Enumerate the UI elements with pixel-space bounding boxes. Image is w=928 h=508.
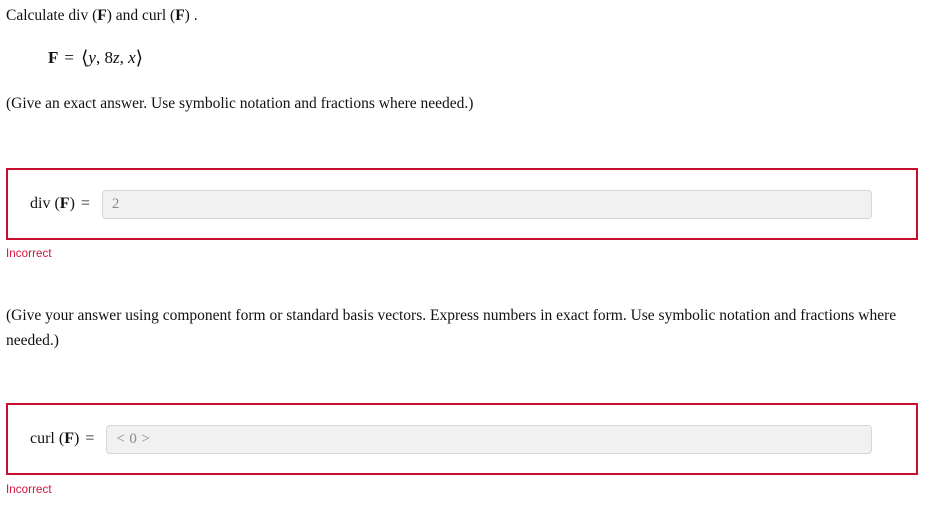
formula-component-2-variable: z bbox=[112, 48, 120, 67]
question-paren-open-2: ( bbox=[166, 7, 176, 24]
answer-operator-curl: curl bbox=[30, 430, 55, 447]
formula-bracket-close: ⟩ bbox=[135, 48, 144, 69]
question-conjunction: and bbox=[111, 7, 143, 24]
status-badge-div: Incorrect bbox=[6, 248, 52, 260]
formula-equals: = bbox=[64, 48, 74, 67]
formula-component-2-coefficient: 8 bbox=[104, 48, 113, 67]
answer-label-curl: curl (F) = bbox=[8, 430, 106, 448]
div-answer-input[interactable]: 2 bbox=[101, 189, 872, 219]
formula-comma-2: , bbox=[119, 48, 129, 67]
question-prompt: Calculate div (F) and curl (F) . bbox=[6, 5, 198, 26]
answer-paren-close-div: ) bbox=[69, 195, 75, 212]
answer-equals-div: = bbox=[80, 195, 90, 212]
answer-operator-div: div bbox=[30, 195, 51, 212]
formula-lhs: F bbox=[48, 48, 59, 67]
vector-symbol-f-1: F bbox=[97, 7, 107, 24]
vector-symbol-f-2: F bbox=[175, 7, 185, 24]
instruction-first: (Give an exact answer. Use symbolic nota… bbox=[6, 95, 474, 112]
question-period: . bbox=[189, 7, 198, 24]
exercise-page: Calculate div (F) and curl (F) . F = ⟨y, 8… bbox=[0, 0, 928, 508]
question-div-operator: div bbox=[68, 7, 89, 24]
answer-box-div: div (F) = 2 bbox=[6, 168, 918, 240]
status-badge-curl: Incorrect bbox=[6, 484, 52, 496]
vector-symbol-f-div: F bbox=[59, 195, 70, 212]
vector-symbol-f-curl: F bbox=[64, 430, 74, 447]
answer-paren-close-curl: ) bbox=[73, 430, 80, 447]
answer-paren-open-curl: ( bbox=[54, 430, 65, 447]
vector-field-formula: F = ⟨y, 8z, x⟩ bbox=[48, 47, 143, 70]
curl-answer-input[interactable]: < 0 > bbox=[106, 424, 872, 454]
div-answer-value: 2 bbox=[111, 195, 120, 212]
answer-paren-open-div: ( bbox=[50, 195, 60, 212]
curl-answer-value: < 0 > bbox=[116, 430, 151, 447]
formula-component-3: x bbox=[128, 48, 136, 67]
formula-component-1: y bbox=[88, 48, 96, 67]
answer-box-curl: curl (F) = < 0 > bbox=[6, 403, 918, 475]
question-prompt-prefix: Calculate bbox=[6, 7, 69, 24]
answer-label-div: div (F) = bbox=[8, 195, 102, 213]
answer-equals-curl: = bbox=[85, 430, 95, 447]
question-paren-open-1: ( bbox=[88, 7, 98, 24]
question-curl-operator: curl bbox=[142, 7, 167, 24]
instruction-second: (Give your answer using component form o… bbox=[6, 307, 897, 349]
